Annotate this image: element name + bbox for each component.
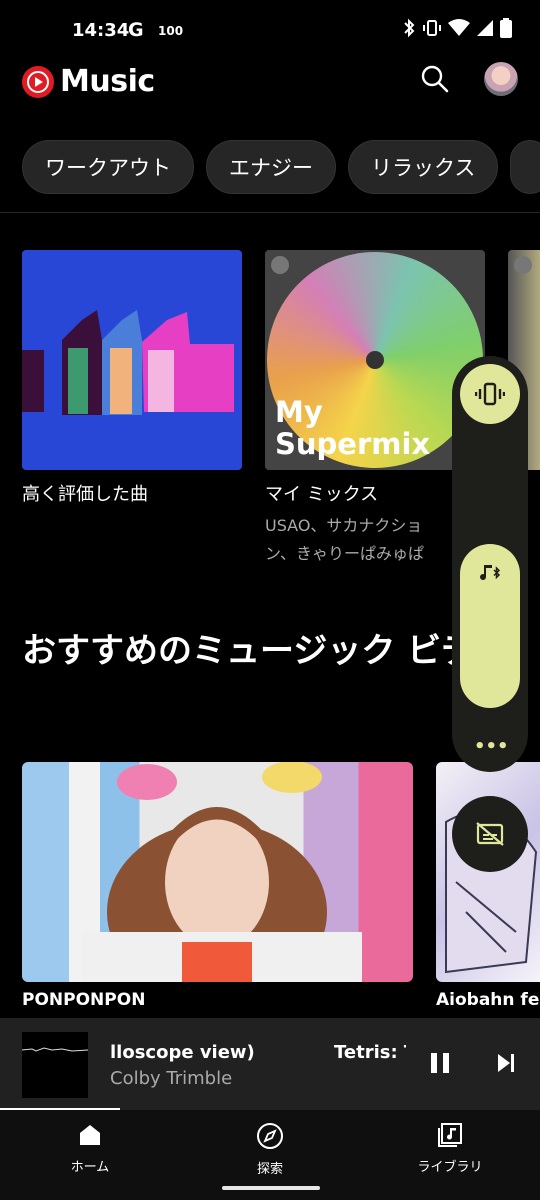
ringer-vibrate-button[interactable] bbox=[460, 364, 520, 424]
divider bbox=[0, 212, 540, 213]
status-icons bbox=[402, 18, 512, 42]
vibrate-icon bbox=[475, 382, 505, 406]
nav-home[interactable]: ホーム bbox=[0, 1122, 180, 1175]
live-caption-button[interactable] bbox=[452, 796, 528, 872]
play-logo-icon bbox=[22, 65, 54, 98]
wifi-icon bbox=[448, 19, 470, 41]
mix-badge-icon bbox=[514, 256, 532, 274]
chip-relax[interactable]: リラックス bbox=[348, 140, 499, 194]
mood-chips: ワークアウト エナジー リラックス bbox=[22, 140, 540, 194]
skip-next-icon[interactable] bbox=[494, 1050, 518, 1080]
mix-badge-icon bbox=[271, 256, 289, 274]
home-icon bbox=[80, 1125, 100, 1145]
search-icon[interactable] bbox=[420, 64, 450, 94]
compass-icon bbox=[257, 1123, 283, 1149]
mini-player-next-title: Tetris: T bbox=[334, 1042, 406, 1063]
more-options-icon[interactable]: ••• bbox=[474, 736, 509, 757]
mini-player-title: lloscope view) bbox=[110, 1042, 255, 1063]
liked-songs-art bbox=[22, 250, 242, 470]
media-volume-slider[interactable] bbox=[460, 544, 520, 708]
nav-label: ライブラリ bbox=[417, 1160, 483, 1175]
video-thumbnail-ponponpon[interactable] bbox=[22, 762, 413, 982]
gesture-handle[interactable] bbox=[222, 1186, 320, 1190]
card-subtitle: USAO、サカナクション、きゃりーぱみゅぱ bbox=[265, 516, 425, 563]
playlist-card-liked[interactable]: 高く評価した曲 bbox=[22, 250, 242, 506]
nav-label: 探索 bbox=[256, 1162, 283, 1177]
vibrate-icon bbox=[422, 18, 442, 42]
chip-workout[interactable]: ワークアウト bbox=[22, 140, 194, 194]
pause-icon[interactable] bbox=[428, 1050, 452, 1080]
bluetooth-icon bbox=[402, 18, 416, 42]
section-title: おすすめのミュージック ビデオ bbox=[22, 631, 510, 671]
google-icon: G bbox=[128, 19, 144, 41]
nav-explore[interactable]: 探索 bbox=[180, 1122, 360, 1177]
video-title: PONPONPON bbox=[22, 990, 146, 1010]
mini-player[interactable]: lloscope view) Tetris: T Colby Trimble bbox=[0, 1018, 540, 1110]
nav-label: ホーム bbox=[70, 1160, 110, 1175]
app-header: Music bbox=[0, 58, 540, 108]
cell-signal-icon bbox=[476, 19, 494, 41]
chip-more[interactable] bbox=[510, 140, 540, 194]
library-icon bbox=[438, 1123, 462, 1147]
avatar[interactable] bbox=[484, 62, 518, 96]
status-bar: 14:34 G 100 bbox=[0, 0, 540, 64]
battery-icon bbox=[500, 18, 512, 42]
disc-hole bbox=[366, 351, 384, 369]
youtube-music-logo[interactable]: Music bbox=[22, 64, 155, 99]
video-thumbnail-aiobahn[interactable] bbox=[436, 762, 540, 982]
nav-library[interactable]: ライブラリ bbox=[360, 1122, 540, 1175]
chip-energy[interactable]: エナジー bbox=[206, 140, 336, 194]
card-title: 高く評価した曲 bbox=[22, 484, 148, 505]
status-count: 100 bbox=[158, 24, 184, 38]
status-time: 14:34 bbox=[72, 20, 130, 41]
app-name: Music bbox=[60, 64, 155, 99]
caption-off-icon bbox=[476, 822, 504, 846]
mini-player-thumbnail bbox=[21, 1032, 89, 1098]
music-bluetooth-icon bbox=[480, 565, 501, 581]
mini-player-artist: Colby Trimble bbox=[110, 1068, 233, 1089]
video-title: Aiobahn feat bbox=[436, 990, 540, 1010]
supermix-art-text: My Supermix bbox=[275, 395, 431, 461]
